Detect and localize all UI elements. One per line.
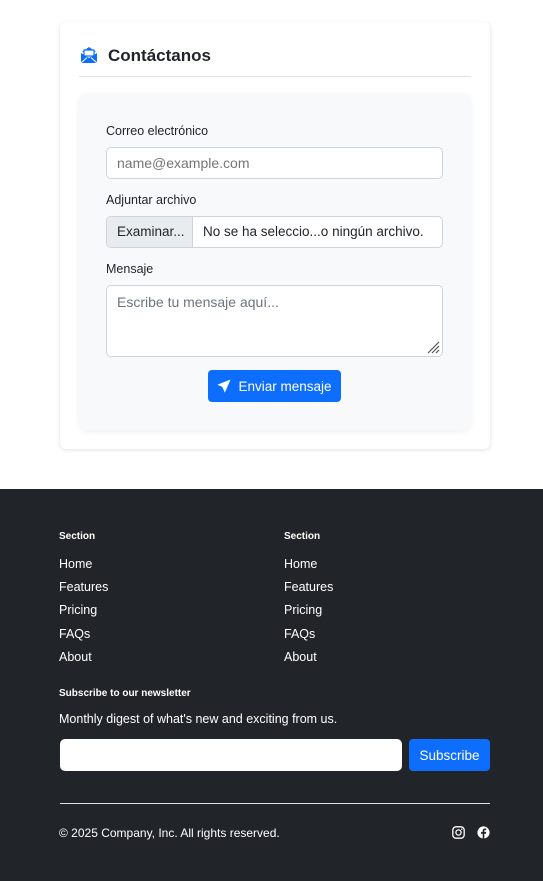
contact-header: Contáctanos: [79, 46, 471, 77]
message-placeholder: Escribe tu mensaje aquí...: [117, 294, 279, 310]
message-textarea[interactable]: Escribe tu mensaje aquí...: [106, 285, 443, 357]
file-input[interactable]: Examinar... No se ha seleccio...o ningún…: [106, 216, 443, 248]
footer-column-heading: Section: [59, 531, 96, 542]
envelope-open-icon: [80, 47, 98, 64]
subscribe-button[interactable]: Subscribe: [409, 739, 490, 771]
email-field[interactable]: [106, 147, 443, 179]
message-label: Mensaje: [106, 262, 154, 276]
site-footer: Section Home Features Pricing FAQs About…: [0, 489, 543, 881]
newsletter-heading: Subscribe to our newsletter: [59, 688, 191, 699]
footer-column-1: Section Home Features Pricing FAQs About: [59, 531, 108, 673]
footer-link-features[interactable]: Features: [59, 580, 108, 603]
footer-link-pricing[interactable]: Pricing: [284, 603, 333, 626]
footer-divider: [60, 803, 490, 804]
browse-button[interactable]: Examinar...: [107, 217, 193, 247]
file-status: No se ha seleccio...o ningún archivo.: [203, 224, 424, 239]
footer-link-about[interactable]: About: [284, 650, 333, 673]
send-label: Enviar mensaje: [238, 378, 332, 394]
send-icon: [217, 379, 232, 393]
email-label: Correo electrónico: [106, 124, 209, 138]
footer-link-faqs[interactable]: FAQs: [59, 627, 108, 650]
resize-grip-icon[interactable]: [424, 338, 440, 354]
send-message-button[interactable]: Enviar mensaje: [208, 370, 341, 402]
facebook-icon[interactable]: [477, 826, 490, 839]
file-label: Adjuntar archivo: [106, 193, 197, 207]
newsletter-description: Monthly digest of what's new and excitin…: [59, 712, 338, 726]
footer-link-about[interactable]: About: [59, 650, 108, 673]
footer-column-2: Section Home Features Pricing FAQs About: [284, 531, 333, 673]
footer-column-heading: Section: [284, 531, 321, 542]
footer-link-pricing[interactable]: Pricing: [59, 603, 108, 626]
footer-link-home[interactable]: Home: [284, 557, 333, 580]
newsletter-email-input[interactable]: [60, 739, 402, 771]
footer-link-features[interactable]: Features: [284, 580, 333, 603]
footer-link-faqs[interactable]: FAQs: [284, 627, 333, 650]
instagram-icon[interactable]: [452, 826, 465, 839]
copyright-text: © 2025 Company, Inc. All rights reserved…: [59, 826, 280, 840]
contact-title: Contáctanos: [108, 46, 211, 65]
footer-link-home[interactable]: Home: [59, 557, 108, 580]
contact-card: Contáctanos Correo electrónico Adjuntar …: [60, 22, 490, 449]
contact-form: Correo electrónico Adjuntar archivo Exam…: [79, 93, 471, 430]
